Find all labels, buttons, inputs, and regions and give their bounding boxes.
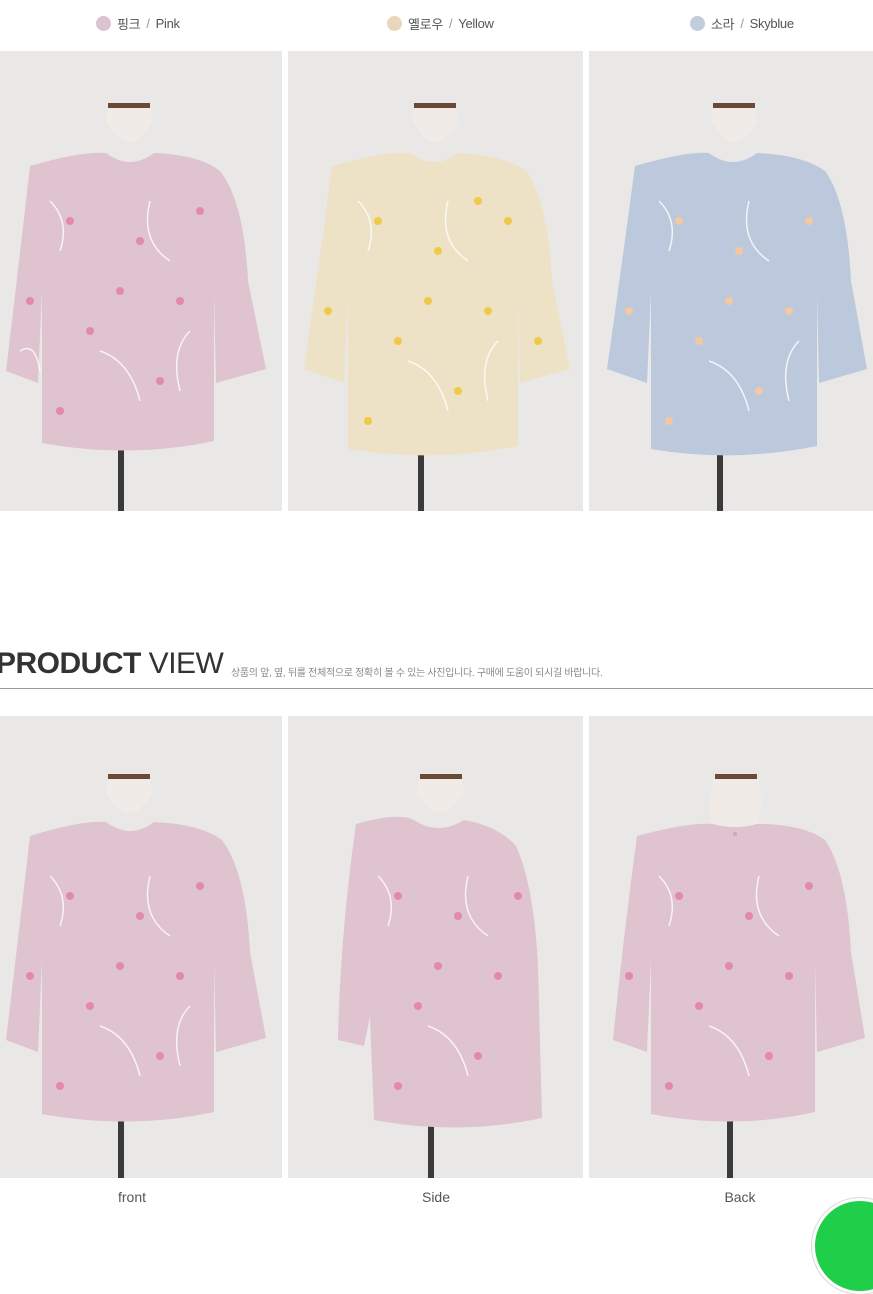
color-name-ko: 옐로우 [408,16,443,32]
yellow-swatch [387,15,402,31]
divider [0,688,873,689]
blouse-illustration [288,51,583,511]
title-light: VIEW [140,647,224,680]
blouse-side-illustration [288,716,583,1178]
color-name-en: Skyblue [749,15,794,31]
caption-back: Back [724,1189,756,1205]
label-separator: / [146,15,150,31]
photo-pink-blouse[interactable] [0,51,282,511]
product-view-title: PRODUCT VIEW [0,646,224,682]
photo-back-view[interactable] [589,716,873,1178]
pink-swatch [96,15,111,31]
label-separator: / [448,15,453,31]
color-option-skyblue[interactable]: 소라 / Skyblue [690,12,794,34]
title-bold: PRODUCT [0,647,141,680]
color-name-ko: 소라 [711,16,735,32]
photo-yellow-blouse[interactable] [288,51,583,511]
caption-side: Side [421,1189,451,1205]
photo-side-view[interactable] [288,716,583,1178]
floating-chat-button[interactable] [812,1198,873,1294]
photo-front-view[interactable] [0,716,282,1178]
blouse-illustration [589,51,873,511]
color-name-ko: 핑크 [117,16,141,32]
color-name-en: Pink [155,15,180,31]
blouse-illustration [0,51,282,511]
skyblue-swatch [690,15,705,31]
color-option-pink[interactable]: 핑크 / Pink [96,12,180,34]
color-name-en: Yellow [458,15,494,31]
color-option-yellow[interactable]: 옐로우 / Yellow [387,12,494,34]
label-separator: / [740,15,744,31]
caption-front: front [117,1189,146,1205]
blouse-front-illustration [0,716,282,1178]
photo-skyblue-blouse[interactable] [589,51,873,511]
blouse-back-illustration [589,716,873,1178]
product-view-subtitle: 상품의 앞, 옆, 뒤를 전체적으로 정확히 볼 수 있는 사진입니다. 구매에… [231,668,603,679]
